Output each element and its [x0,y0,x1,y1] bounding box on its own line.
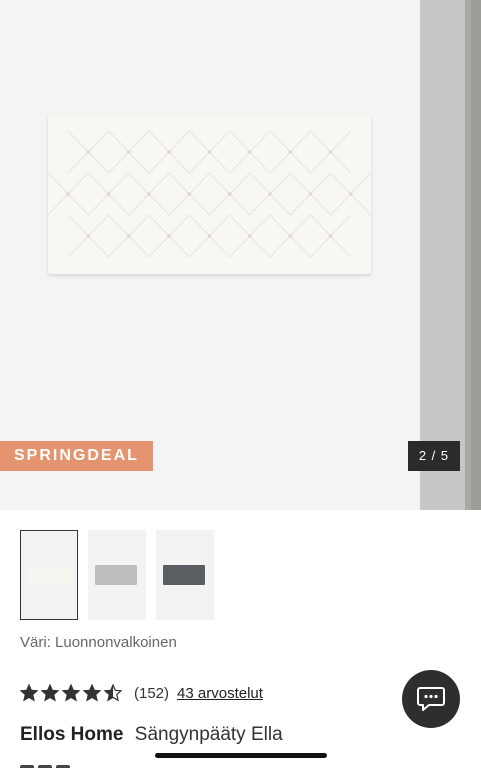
thumbnail-grey[interactable] [88,530,146,620]
springdeal-badge: SPRINGDEAL [0,441,153,471]
thumbnail-image [163,565,205,585]
chat-icon [417,687,445,711]
brand-name[interactable]: Ellos Home [20,724,123,745]
star-icon [20,684,38,702]
product-name: Sängynpääty Ella [134,724,283,745]
thumbnail-dark-grey[interactable] [156,530,214,620]
headboard-image [48,114,371,274]
product-title: Ellos Home Sängynpääty Ella [20,724,283,746]
price-preview [20,760,90,768]
color-label: Väri: Luonnonvalkoinen [20,634,177,651]
star-icon [41,684,59,702]
star-icon [83,684,101,702]
thumbnail-image [95,565,137,585]
thumbnail-image [28,566,70,586]
reviews-link[interactable]: 43 arvostelut [177,685,263,702]
thumbnail-strip [20,530,214,620]
product-image-gallery[interactable]: SPRINGDEAL 2 / 5 [0,0,481,510]
image-counter: 2 / 5 [408,441,460,471]
star-icon [104,684,122,702]
rating-row[interactable]: (152) 43 arvostelut [20,684,263,702]
product-image[interactable] [0,0,420,510]
home-indicator[interactable] [155,753,327,758]
rating-count: (152) [134,684,170,702]
next-image-preview[interactable] [420,0,481,510]
image-edge [471,0,481,510]
star-rating [20,684,122,702]
thumbnail-white[interactable] [20,530,78,620]
star-icon [62,684,80,702]
chat-button[interactable] [402,670,460,728]
